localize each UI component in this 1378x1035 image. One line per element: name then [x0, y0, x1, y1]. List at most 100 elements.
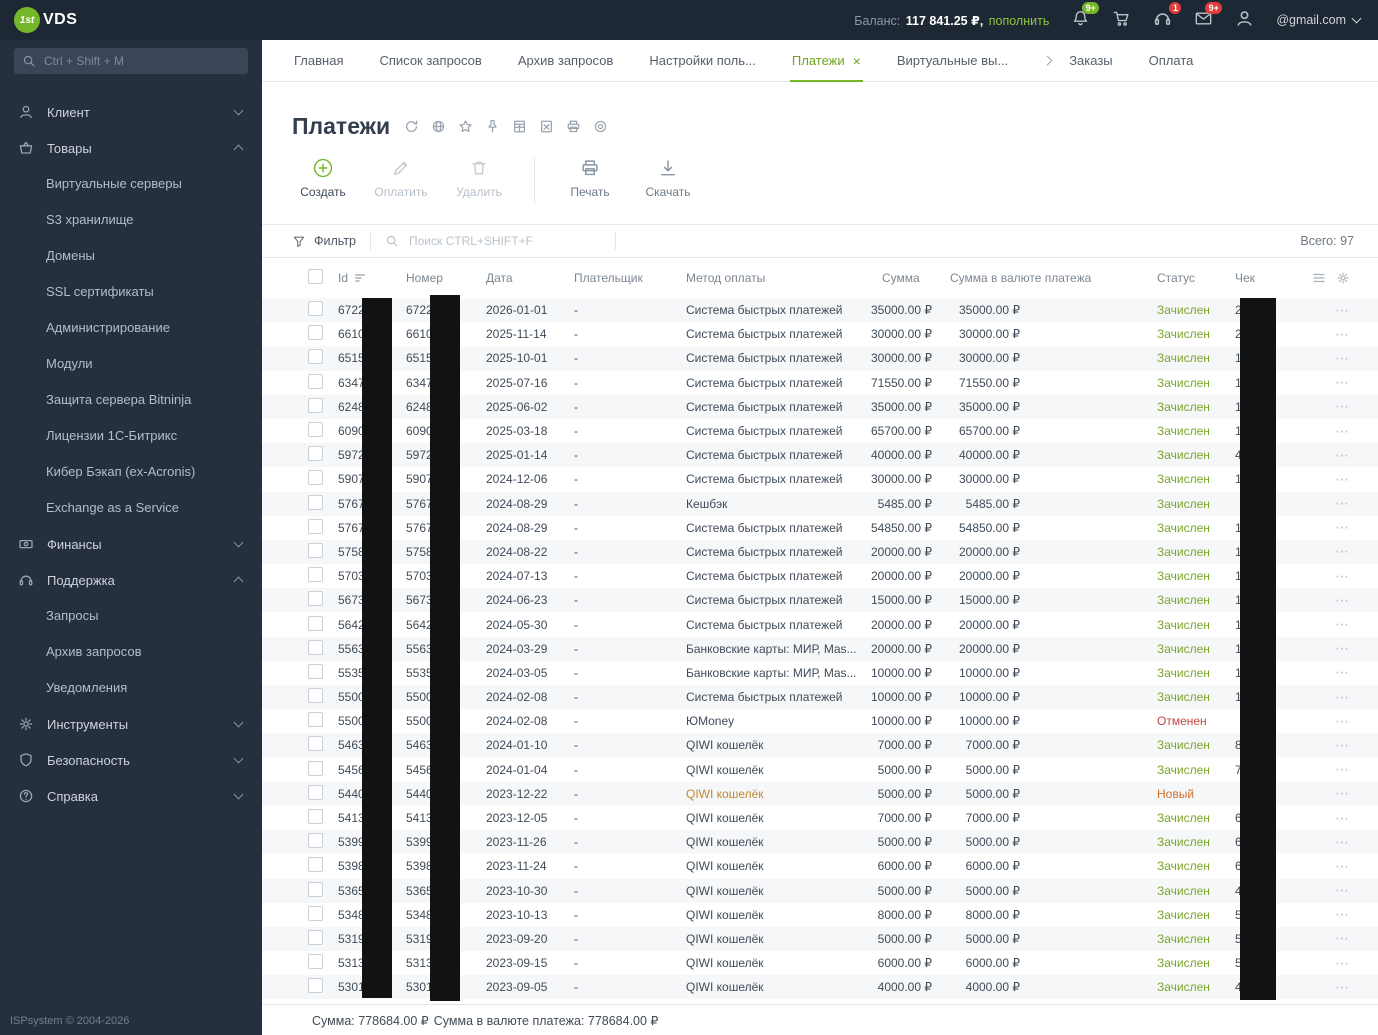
global-search-input[interactable]: [42, 53, 240, 69]
row-menu-icon[interactable]: [1335, 785, 1350, 802]
sidebar-section-6[interactable]: Справка: [0, 778, 262, 814]
row-checkbox[interactable]: [308, 543, 323, 558]
row-checkbox[interactable]: [308, 688, 323, 703]
row-checkbox[interactable]: [308, 906, 323, 921]
row-checkbox[interactable]: [308, 446, 323, 461]
notifications-button[interactable]: 9+: [1071, 9, 1090, 31]
refresh-icon[interactable]: [404, 119, 419, 134]
sidebar-item[interactable]: Администрирование: [0, 310, 262, 346]
pin-icon[interactable]: [485, 119, 500, 134]
row-menu-icon[interactable]: [1335, 423, 1350, 440]
sidebar-item[interactable]: Запросы: [0, 598, 262, 634]
row-menu-icon[interactable]: [1335, 858, 1350, 875]
sidebar-item[interactable]: S3 хранилище: [0, 202, 262, 238]
row-menu-icon[interactable]: [1335, 374, 1350, 391]
toolbar-button-0[interactable]: Создать: [284, 154, 362, 199]
row-checkbox[interactable]: [308, 930, 323, 945]
row-menu-icon[interactable]: [1335, 616, 1350, 633]
nav-tab-3[interactable]: Настройки поль...: [649, 40, 756, 82]
sidebar-item[interactable]: Защита сервера Bitninja: [0, 382, 262, 418]
sidebar-item[interactable]: Уведомления: [0, 670, 262, 706]
sidebar-section-4[interactable]: Инструменты: [0, 706, 262, 742]
gear-icon[interactable]: [1336, 271, 1350, 285]
row-menu-icon[interactable]: [1335, 326, 1350, 343]
column-header-id[interactable]: Id: [338, 271, 406, 285]
row-checkbox[interactable]: [308, 567, 323, 582]
sidebar-item[interactable]: Домены: [0, 238, 262, 274]
row-checkbox[interactable]: [308, 785, 323, 800]
row-menu-icon[interactable]: [1335, 713, 1350, 730]
nav-tab-0[interactable]: Главная: [294, 40, 343, 82]
row-menu-icon[interactable]: [1335, 664, 1350, 681]
sort-icon[interactable]: [354, 272, 366, 284]
row-checkbox[interactable]: [308, 882, 323, 897]
tabs-scroll-icon[interactable]: [1043, 56, 1053, 66]
filter-button[interactable]: Фильтр: [292, 234, 356, 248]
sidebar-item[interactable]: SSL сертификаты: [0, 274, 262, 310]
row-checkbox[interactable]: [308, 374, 323, 389]
row-menu-icon[interactable]: [1335, 834, 1350, 851]
column-header-method[interactable]: Метод оплаты: [686, 271, 870, 285]
sidebar-item[interactable]: Лицензии 1С-Битрикс: [0, 418, 262, 454]
star-icon[interactable]: [458, 119, 473, 134]
row-checkbox[interactable]: [308, 712, 323, 727]
nav-tab-2[interactable]: Архив запросов: [518, 40, 614, 82]
sidebar-section-0[interactable]: Клиент: [0, 94, 262, 130]
account-menu[interactable]: @gmail.com: [1276, 13, 1360, 27]
history-icon[interactable]: [593, 119, 608, 134]
row-menu-icon[interactable]: [1335, 689, 1350, 706]
row-checkbox[interactable]: [308, 349, 323, 364]
row-checkbox[interactable]: [308, 519, 323, 534]
column-header-payer[interactable]: Плательщик: [574, 271, 686, 285]
column-header-check[interactable]: Чек: [1235, 271, 1305, 285]
row-menu-icon[interactable]: [1335, 955, 1350, 972]
cart-button[interactable]: [1112, 9, 1131, 31]
toolbar-button-2[interactable]: Удалить: [440, 154, 518, 199]
row-menu-icon[interactable]: [1335, 568, 1350, 585]
row-checkbox[interactable]: [308, 325, 323, 340]
row-checkbox[interactable]: [308, 301, 323, 316]
toolbar-button-4[interactable]: Скачать: [629, 154, 707, 199]
row-checkbox[interactable]: [308, 664, 323, 679]
row-menu-icon[interactable]: [1335, 761, 1350, 778]
sidebar-item[interactable]: Exchange as a Service: [0, 490, 262, 526]
row-checkbox[interactable]: [308, 470, 323, 485]
row-menu-icon[interactable]: [1335, 906, 1350, 923]
row-menu-icon[interactable]: [1335, 640, 1350, 657]
column-header-date[interactable]: Дата: [486, 271, 574, 285]
support-alerts-button[interactable]: 1: [1153, 9, 1172, 31]
global-search[interactable]: [14, 48, 248, 74]
hamburger-icon[interactable]: [1312, 271, 1326, 285]
topup-link[interactable]: пополнить: [989, 14, 1050, 28]
sidebar-section-3[interactable]: Поддержка: [0, 562, 262, 598]
row-checkbox[interactable]: [308, 640, 323, 655]
toolbar-button-3[interactable]: Печать: [551, 154, 629, 199]
nav-tab-4[interactable]: Платежи×: [792, 40, 861, 82]
column-header-amount[interactable]: Сумма: [870, 271, 938, 285]
row-menu-icon[interactable]: [1335, 447, 1350, 464]
nav-tab-7[interactable]: Оплата: [1149, 40, 1194, 82]
row-menu-icon[interactable]: [1335, 592, 1350, 609]
profile-button[interactable]: [1235, 9, 1254, 31]
sidebar-item[interactable]: Кибер Бэкап (ex-Acronis): [0, 454, 262, 490]
print-icon[interactable]: [566, 119, 581, 134]
excel-icon[interactable]: [539, 119, 554, 134]
table-icon[interactable]: [512, 119, 527, 134]
select-all-checkbox[interactable]: [308, 269, 323, 284]
logo[interactable]: 1st VDS: [14, 7, 77, 33]
row-menu-icon[interactable]: [1335, 398, 1350, 415]
row-menu-icon[interactable]: [1335, 810, 1350, 827]
sidebar-section-1[interactable]: Товары: [0, 130, 262, 166]
column-header-number[interactable]: Номер: [406, 271, 486, 285]
row-checkbox[interactable]: [308, 736, 323, 751]
table-search-input[interactable]: [407, 233, 585, 249]
nav-tab-1[interactable]: Список запросов: [379, 40, 481, 82]
row-menu-icon[interactable]: [1335, 495, 1350, 512]
row-checkbox[interactable]: [308, 833, 323, 848]
sidebar-item[interactable]: Виртуальные серверы: [0, 166, 262, 202]
row-menu-icon[interactable]: [1335, 302, 1350, 319]
nav-tab-6[interactable]: Заказы: [1069, 40, 1112, 82]
row-menu-icon[interactable]: [1335, 979, 1350, 996]
row-menu-icon[interactable]: [1335, 737, 1350, 754]
row-menu-icon[interactable]: [1335, 543, 1350, 560]
